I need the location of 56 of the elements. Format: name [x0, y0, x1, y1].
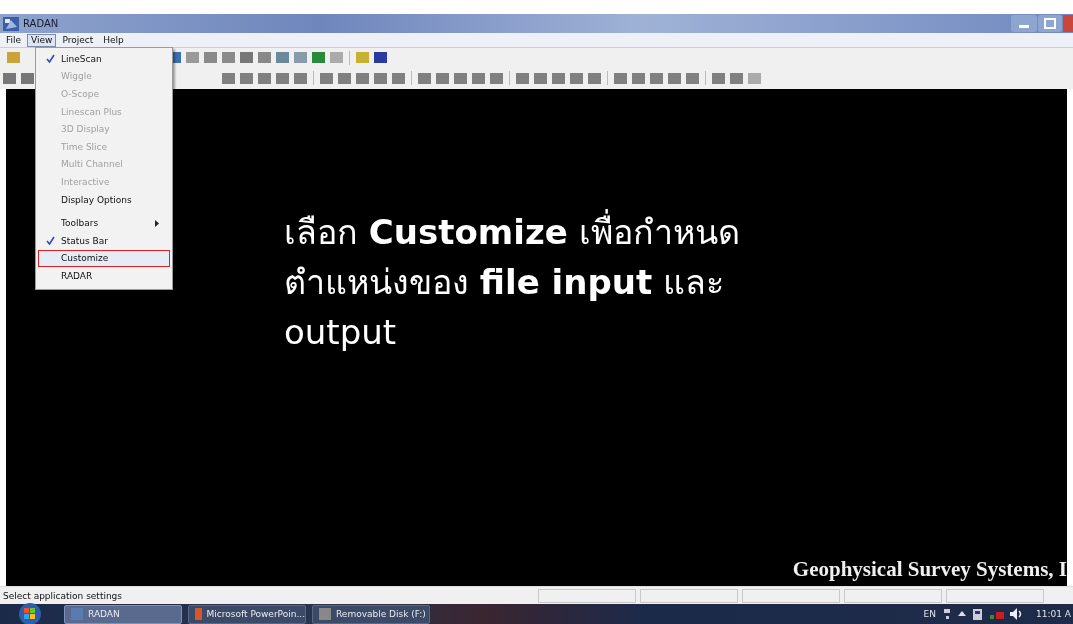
- toolbar-icon[interactable]: [20, 71, 35, 85]
- window-title: RADAN: [23, 18, 59, 29]
- minimize-button[interactable]: [1011, 15, 1037, 32]
- toolbar-icon[interactable]: [649, 71, 664, 85]
- toolbar-icon[interactable]: [239, 51, 254, 64]
- toolbar-icon[interactable]: [337, 71, 352, 85]
- start-button[interactable]: [16, 603, 44, 624]
- menu-item[interactable]: Project: [58, 33, 98, 47]
- toolbar-icon[interactable]: [435, 71, 450, 85]
- toolbar-icon[interactable]: [453, 71, 468, 85]
- toolbar-icon[interactable]: [257, 71, 272, 85]
- app-icon: [3, 16, 19, 31]
- menu-item[interactable]: View: [27, 33, 57, 47]
- toolbar-icon[interactable]: [551, 71, 566, 85]
- language-indicator[interactable]: EN: [923, 609, 937, 619]
- toolbar-icon[interactable]: [685, 71, 700, 85]
- menu-option[interactable]: Customize: [38, 249, 170, 268]
- toolbar-icon[interactable]: [355, 71, 370, 85]
- toolbar-icon[interactable]: [533, 71, 548, 85]
- toolbar-icon[interactable]: [515, 71, 530, 85]
- maximize-button[interactable]: [1038, 15, 1062, 32]
- menu-item[interactable]: File: [2, 33, 26, 47]
- clock[interactable]: 11:01 A: [1036, 609, 1071, 619]
- caret-icon[interactable]: [958, 610, 967, 618]
- instruction-text: เลือก Customize เพื่อกำหนด ตำแหน่งของ file input และ output: [284, 207, 1067, 357]
- menu-option[interactable]: LineScan: [38, 50, 170, 68]
- company-caption: Geophysical Survey Systems, I: [792, 557, 1067, 582]
- toolbar-icon[interactable]: [319, 71, 334, 85]
- toolbar-icon[interactable]: [391, 71, 406, 85]
- toolbar-icon[interactable]: [587, 71, 602, 85]
- toolbar-icon[interactable]: [631, 71, 646, 85]
- toolbar-icon[interactable]: [221, 71, 236, 85]
- menu-item[interactable]: Help: [99, 33, 128, 47]
- toolbar-icon[interactable]: [311, 51, 326, 64]
- toolbar-icon[interactable]: [569, 71, 584, 85]
- menu-option[interactable]: Toolbars: [38, 214, 170, 232]
- toolbar-icon[interactable]: [275, 71, 290, 85]
- toolbar-icon[interactable]: [373, 71, 388, 85]
- toolbar-icon[interactable]: [667, 71, 682, 85]
- toolbar-icon[interactable]: [239, 71, 254, 85]
- toolbar-icon[interactable]: [711, 71, 726, 85]
- toolbar-icon[interactable]: [2, 71, 17, 85]
- toolbar-icon[interactable]: [293, 71, 308, 85]
- taskbar-button[interactable]: RADAN: [64, 604, 182, 624]
- menu-option[interactable]: Status Bar: [38, 231, 170, 250]
- taskbar-button[interactable]: Removable Disk (F:): [312, 604, 430, 624]
- menu-option[interactable]: Display Options: [38, 190, 170, 209]
- status-message: Select application settings: [2, 590, 124, 601]
- menu-option[interactable]: RADAR: [38, 267, 170, 285]
- toolbar-icon[interactable]: [729, 71, 744, 85]
- toolbar-icon[interactable]: [471, 71, 486, 85]
- toolbar-icon[interactable]: [417, 71, 432, 85]
- submenu-arrow-icon: [155, 219, 159, 227]
- toolbar-icon[interactable]: [489, 71, 504, 85]
- toolbar-icon[interactable]: [613, 71, 628, 85]
- taskbar-button[interactable]: Microsoft PowerPoin...: [188, 604, 306, 624]
